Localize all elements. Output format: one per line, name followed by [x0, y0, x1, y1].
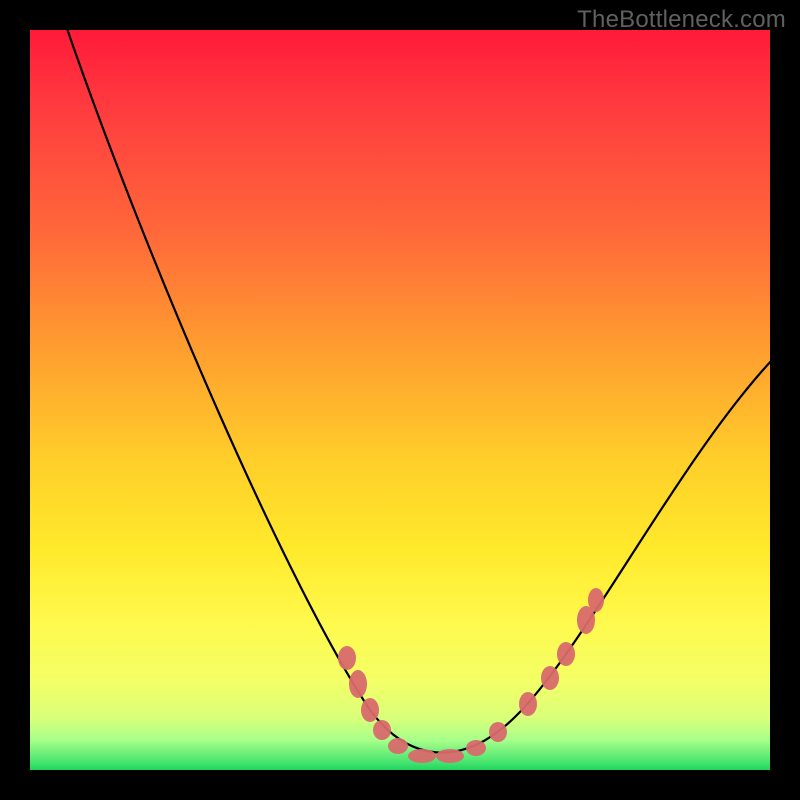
- curve-marker-8: [489, 722, 507, 742]
- curve-marker-13: [588, 588, 604, 612]
- bottleneck-curve: [64, 20, 772, 753]
- curve-marker-3: [373, 720, 391, 740]
- curve-marker-9: [519, 692, 537, 716]
- watermark-text: TheBottleneck.com: [577, 6, 786, 34]
- curve-marker-5: [408, 749, 436, 763]
- curve-marker-2: [361, 698, 379, 722]
- curve-marker-6: [436, 749, 464, 763]
- curve-svg: [30, 30, 770, 770]
- curve-marker-11: [557, 642, 575, 666]
- curve-marker-4: [388, 738, 408, 754]
- curve-marker-7: [466, 740, 486, 756]
- curve-marker-10: [541, 666, 559, 690]
- chart-frame: TheBottleneck.com: [0, 0, 800, 800]
- plot-area: [30, 30, 770, 770]
- curve-markers: [338, 588, 604, 763]
- curve-marker-0: [338, 646, 356, 670]
- curve-marker-1: [349, 670, 367, 698]
